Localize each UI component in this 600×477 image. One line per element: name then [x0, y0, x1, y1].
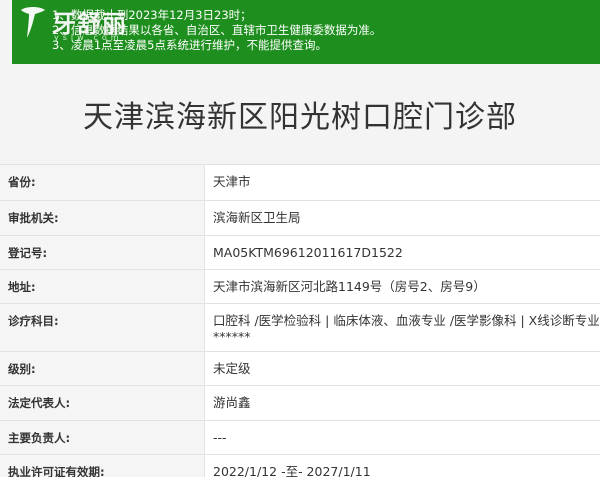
row-legal-representative: 法定代表人: 游尚鑫 — [0, 386, 600, 421]
page-title: 天津滨海新区阳光树口腔门诊部 — [83, 100, 517, 135]
value-departments: 口腔科 /医学检验科 | 临床体液、血液专业 /医学影像科 | X线诊断专业 *… — [205, 304, 600, 351]
notice-line-2: 2、信息数据结果以各省、自治区、直辖市卫生健康委数据为准。 — [52, 23, 382, 37]
notice-line-3: 3、凌晨1点至凌晨5点系统进行维护，不能提供查询。 — [52, 38, 327, 52]
label-approval-authority: 审批机关: — [0, 201, 205, 235]
label-principal: 主要负责人: — [0, 421, 205, 454]
value-province: 天津市 — [205, 165, 600, 200]
row-principal: 主要负责人: --- — [0, 421, 600, 455]
row-departments: 诊疗科目: 口腔科 /医学检验科 | 临床体液、血液专业 /医学影像科 | X线… — [0, 304, 600, 352]
label-province: 省份: — [0, 165, 205, 200]
label-registration-no: 登记号: — [0, 236, 205, 269]
label-address: 地址: — [0, 270, 205, 303]
label-departments: 诊疗科目: — [0, 304, 205, 351]
label-legal-representative: 法定代表人: — [0, 386, 205, 420]
value-legal-representative: 游尚鑫 — [205, 386, 600, 420]
label-level: 级别: — [0, 352, 205, 385]
row-license-validity: 执业许可证有效期: 2022/1/12 -至- 2027/1/11 — [0, 455, 600, 477]
notice-line-1: 1、数据截止到2023年12月3日23时； — [52, 8, 252, 22]
value-approval-authority: 滨海新区卫生局 — [205, 201, 600, 235]
title-area: 天津滨海新区阳光树口腔门诊部 — [0, 64, 600, 164]
value-address: 天津市滨海新区河北路1149号（房号2、房号9） — [205, 270, 600, 303]
value-principal: --- — [205, 421, 600, 454]
label-license-validity: 执业许可证有效期: — [0, 455, 205, 477]
row-registration-no: 登记号: MA05KTM69612011617D1522 — [0, 236, 600, 270]
value-level: 未定级 — [205, 352, 600, 385]
notice-banner: 1、数据截止到2023年12月3日23时； 2、信息数据结果以各省、自治区、直辖… — [12, 0, 600, 64]
info-table: 省份: 天津市 审批机关: 滨海新区卫生局 登记号: MA05KTM696120… — [0, 164, 600, 477]
value-license-validity: 2022/1/12 -至- 2027/1/11 — [205, 455, 600, 477]
row-province: 省份: 天津市 — [0, 165, 600, 201]
row-address: 地址: 天津市滨海新区河北路1149号（房号2、房号9） — [0, 270, 600, 304]
row-approval-authority: 审批机关: 滨海新区卫生局 — [0, 201, 600, 236]
value-registration-no: MA05KTM69612011617D1522 — [205, 236, 600, 269]
row-level: 级别: 未定级 — [0, 352, 600, 386]
